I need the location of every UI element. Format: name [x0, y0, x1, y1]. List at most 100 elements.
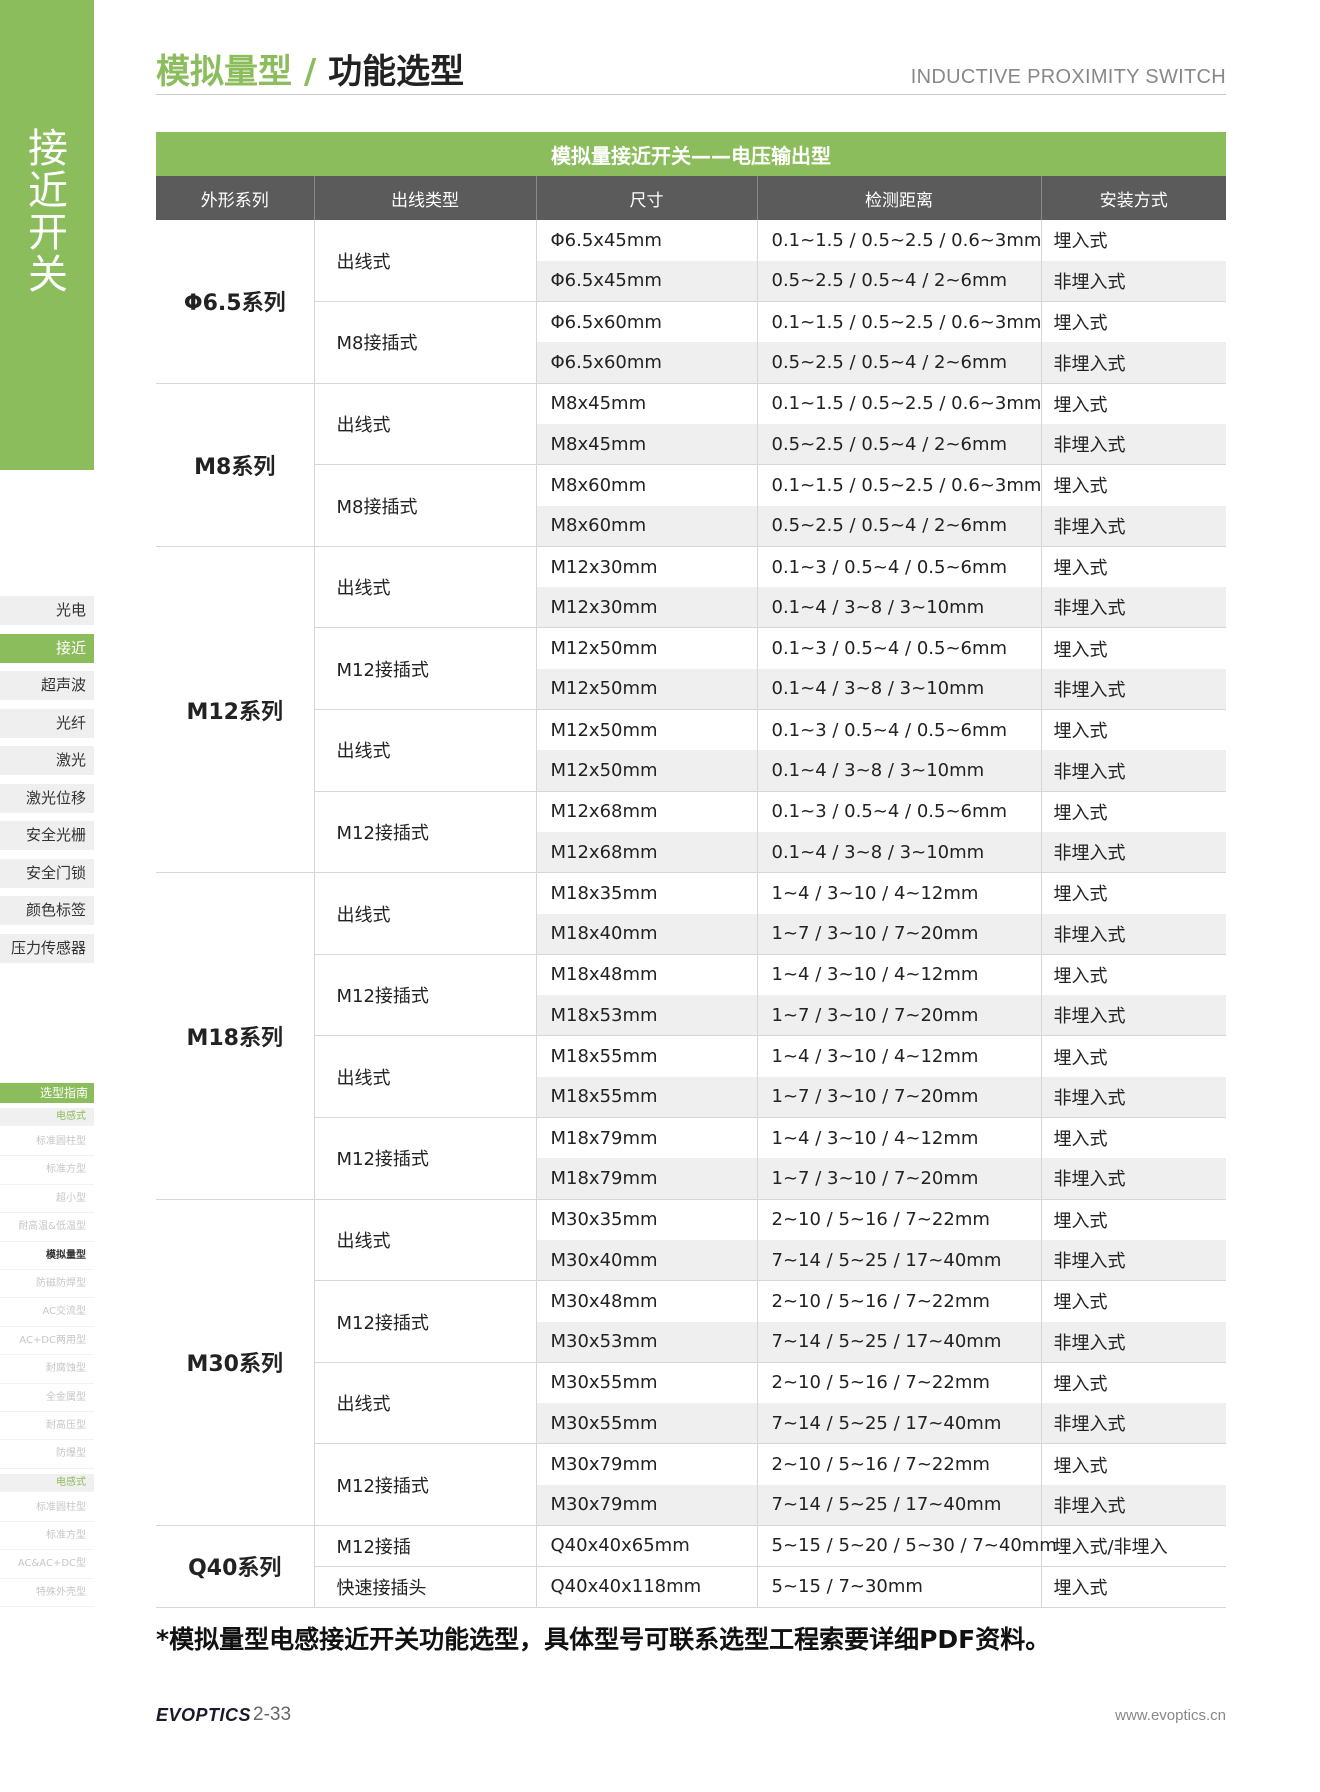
guide-item[interactable]: 标准圆柱型: [0, 1494, 94, 1523]
table-row: M12接插式 M18x48mm 1~4 / 3~10 / 4~12mm 埋入式: [156, 954, 1226, 1037]
guide-item[interactable]: AC&AC+DC型: [0, 1550, 94, 1579]
title-separator: /: [292, 52, 329, 92]
series-cell: M30系列: [156, 1199, 315, 1527]
guide-item[interactable]: 标准圆柱型: [0, 1128, 94, 1157]
mount-cell: 非埋入式: [1041, 1403, 1226, 1445]
guide-item[interactable]: 防磁防焊型: [0, 1270, 94, 1299]
guide-section: 电感式: [0, 1473, 94, 1492]
nav-item[interactable]: 光电: [0, 596, 94, 625]
size-cell: M8x60mm: [536, 464, 758, 506]
size-cell: M18x55mm: [536, 1035, 758, 1077]
wire-type-cell: M12接插式: [314, 1117, 537, 1200]
distance-cell: 1~7 / 3~10 / 7~20mm: [757, 1158, 1042, 1200]
guide-item[interactable]: 耐高压型: [0, 1412, 94, 1441]
distance-cell: 0.1~3 / 0.5~4 / 0.5~6mm: [757, 546, 1042, 588]
nav-item[interactable]: 接近: [0, 633, 94, 663]
mount-cell: 非埋入式: [1041, 1321, 1226, 1363]
size-cell: M12x30mm: [536, 587, 758, 629]
mount-cell: 埋入式: [1053, 1210, 1108, 1232]
size-cell: M30x35mm: [536, 1199, 758, 1240]
nav-item[interactable]: 光纤: [0, 708, 94, 738]
mount-cell: 非埋入式: [1041, 1239, 1226, 1282]
table-row: M18系列 出线式 M18x35mm 1~4 / 3~10 / 4~12mm 埋入式: [156, 872, 1226, 1200]
wire-type-cell: 出线式: [314, 709, 537, 792]
category-nav: 光电接近超声波光纤激光激光位移安全光栅安全门锁颜色标签压力传感器: [0, 596, 94, 971]
distance-cell: 7~14 / 5~25 / 17~40mm: [757, 1403, 1042, 1445]
size-cell: M12x50mm: [536, 627, 758, 669]
distance-cell: 7~14 / 5~25 / 17~40mm: [757, 1484, 1042, 1526]
size-cell: Q40x40x118mm: [536, 1566, 758, 1608]
guide-title: 选型指南: [0, 1083, 94, 1103]
mount-cell: 埋入式: [1053, 1373, 1108, 1395]
footnote: *模拟量型电感接近开关功能选型，具体型号可联系选型工程索要详细PDF资料。: [156, 1625, 1051, 1654]
size-cell: M8x45mm: [536, 383, 758, 424]
table-row: 快速接插头 Q40x40x118mm 5~15 / 7~30mm 埋入式: [156, 1566, 1226, 1608]
distance-cell: 0.5~2.5 / 0.5~4 / 2~6mm: [757, 505, 1042, 547]
nav-item[interactable]: 激光: [0, 746, 94, 775]
guide-item[interactable]: 模拟量型: [0, 1242, 94, 1270]
distance-cell: 0.1~3 / 0.5~4 / 0.5~6mm: [757, 709, 1042, 751]
mount-cell: 非埋入式: [1041, 750, 1226, 792]
page-title: 模拟量型 / 功能选型: [156, 44, 464, 93]
mount-cell: 埋入式: [1041, 1566, 1226, 1608]
table-row: M12接插式 M30x48mm 2~10 / 5~16 / 7~22mm 埋入式: [156, 1280, 1226, 1363]
mount-cell: 非埋入式: [1041, 1484, 1226, 1526]
nav-item[interactable]: 超声波: [0, 671, 94, 700]
distance-cell: 1~4 / 3~10 / 4~12mm: [757, 954, 1042, 996]
distance-cell: 1~7 / 3~10 / 7~20mm: [757, 1076, 1042, 1119]
guide-item[interactable]: AC交流型: [0, 1298, 94, 1327]
mount-cell: 埋入式/非埋入: [1041, 1525, 1226, 1567]
guide-item[interactable]: AC+DC两用型: [0, 1327, 94, 1356]
page-subtitle: INDUCTIVE PROXIMITY SWITCH: [910, 66, 1226, 88]
table-row: M12系列 出线式 M12x30mm 0.1~3 / 0.5~4 / 0.5~6mm 埋…: [156, 546, 1226, 874]
series-cell: M12系列: [156, 546, 315, 874]
guide-item[interactable]: 标准方型: [0, 1156, 94, 1185]
selection-guide-nav: 选型指南 电感式 标准圆柱型 标准方型 超小型 耐高温&低温型 模拟量型 防磁防焊型 AC交流…: [0, 1083, 94, 1608]
distance-cell: 0.5~2.5 / 0.5~4 / 2~6mm: [757, 260, 1042, 303]
website-url[interactable]: www.evoptics.cn: [1115, 1707, 1226, 1724]
distance-cell: 1~4 / 3~10 / 4~12mm: [757, 1035, 1042, 1077]
guide-item[interactable]: 耐腐蚀型: [0, 1355, 94, 1384]
distance-cell: 0.1~1.5 / 0.5~2.5 / 0.6~3mm: [757, 464, 1042, 506]
nav-item[interactable]: 颜色标签: [0, 896, 94, 925]
guide-item[interactable]: 耐高温&低温型: [0, 1213, 94, 1242]
nav-item[interactable]: 安全门锁: [0, 858, 94, 888]
distance-cell: 0.1~4 / 3~8 / 3~10mm: [757, 587, 1042, 629]
mount-cell: 埋入式: [1053, 394, 1108, 416]
size-cell: M12x68mm: [536, 791, 758, 832]
series-cell: M8系列: [156, 383, 315, 547]
mount-cell: 非埋入式: [1041, 1076, 1226, 1119]
size-cell: M8x60mm: [536, 505, 758, 547]
size-cell: M30x55mm: [536, 1403, 758, 1445]
guide-item[interactable]: 超小型: [0, 1185, 94, 1214]
size-cell: M12x68mm: [536, 831, 758, 874]
distance-cell: 0.1~1.5 / 0.5~2.5 / 0.6~3mm: [757, 220, 1042, 261]
guide-item[interactable]: 防爆型: [0, 1440, 94, 1469]
guide-item[interactable]: 全金属型: [0, 1384, 94, 1412]
nav-item[interactable]: 安全光栅: [0, 821, 94, 850]
size-cell: Φ6.5x45mm: [536, 220, 758, 261]
table-row: M8接插式 Φ6.5x60mm 0.1~1.5 / 0.5~2.5 / 0.6~3m…: [156, 301, 1226, 384]
size-cell: M18x53mm: [536, 995, 758, 1037]
side-category-tab: 接近开关: [0, 0, 94, 470]
distance-cell: 2~10 / 5~16 / 7~22mm: [757, 1199, 1042, 1240]
wire-type-cell: M12接插式: [314, 627, 537, 711]
distance-cell: 5~15 / 5~20 / 5~30 / 7~40mm: [757, 1525, 1057, 1567]
mount-cell: 埋入式: [1053, 721, 1108, 743]
distance-cell: 0.5~2.5 / 0.5~4 / 2~6mm: [757, 423, 1042, 466]
guide-item[interactable]: 特殊外壳型: [0, 1579, 94, 1608]
mount-cell: 非埋入式: [1041, 668, 1226, 711]
mount-cell: 埋入式: [1053, 884, 1108, 906]
page-number: 2-33: [253, 1704, 292, 1725]
distance-cell: 0.1~1.5 / 0.5~2.5 / 0.6~3mm: [757, 383, 1042, 424]
guide-item[interactable]: 标准方型: [0, 1522, 94, 1551]
nav-item[interactable]: 激光位移: [0, 783, 94, 813]
distance-cell: 2~10 / 5~16 / 7~22mm: [757, 1362, 1042, 1404]
size-cell: M18x48mm: [536, 954, 758, 996]
nav-item[interactable]: 压力传感器: [0, 933, 94, 963]
size-cell: Φ6.5x60mm: [536, 342, 758, 384]
mount-cell: 非埋入式: [1041, 423, 1226, 466]
table-row: M12接插式 M18x79mm 1~4 / 3~10 / 4~12mm 埋入式: [156, 1117, 1226, 1200]
distance-cell: 0.1~4 / 3~8 / 3~10mm: [757, 750, 1042, 792]
size-cell: M18x79mm: [536, 1158, 758, 1200]
